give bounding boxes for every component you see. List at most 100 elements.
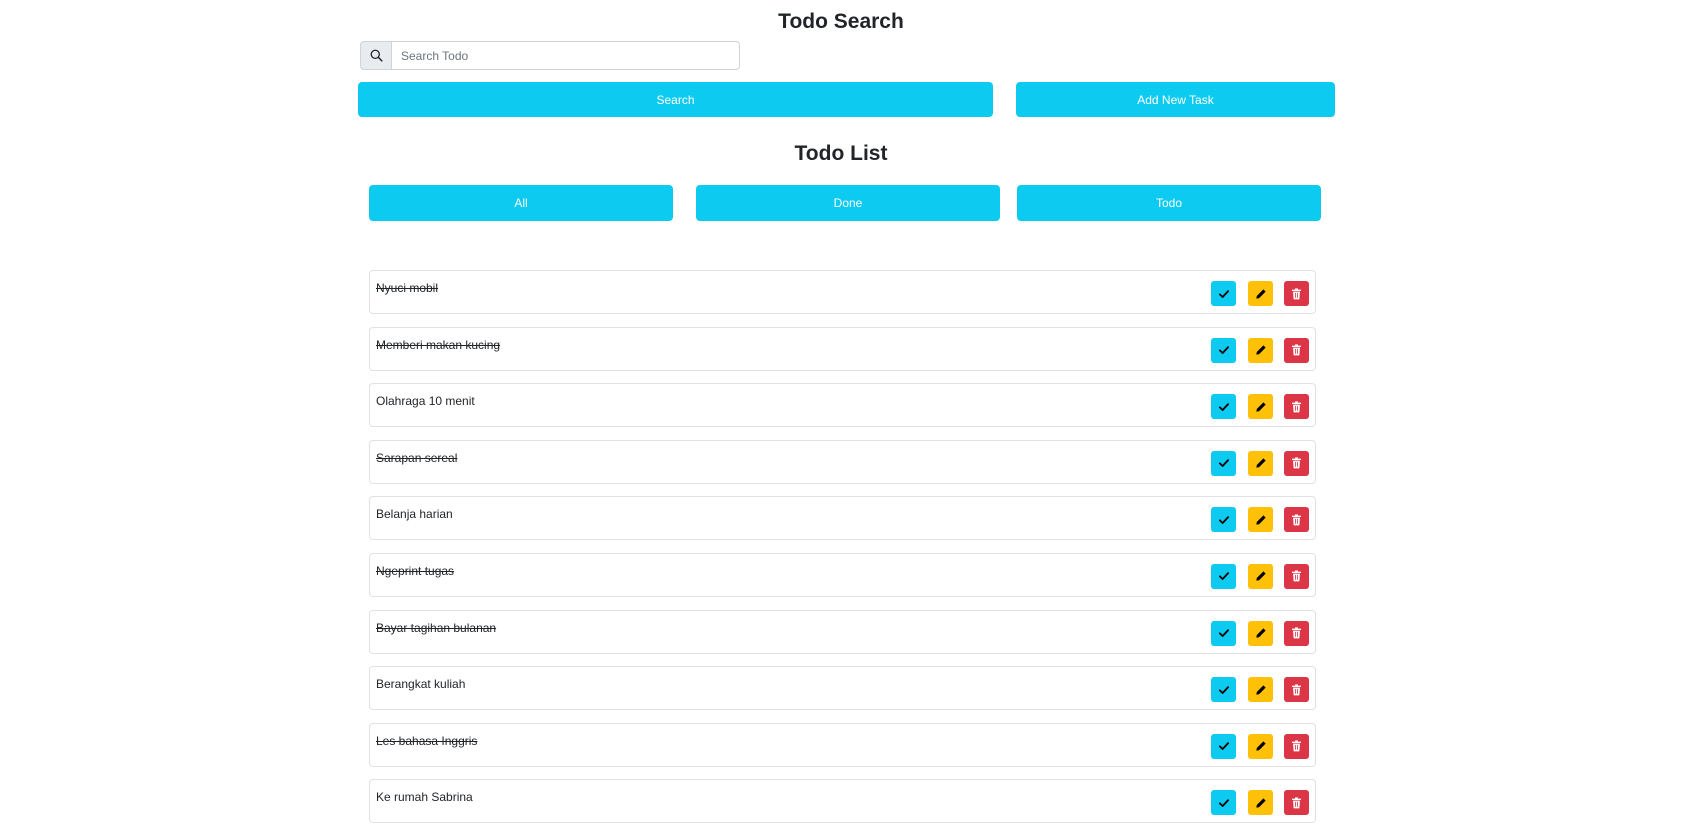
edit-button[interactable]	[1248, 281, 1273, 306]
todo-item: Ke rumah Sabrina	[369, 779, 1316, 824]
check-icon	[1218, 457, 1230, 469]
check-icon	[1218, 514, 1230, 526]
mark-done-button[interactable]	[1211, 790, 1236, 816]
todo-text: Berangkat kuliah	[376, 677, 466, 692]
todo-actions	[1199, 790, 1309, 816]
check-icon	[1218, 740, 1230, 752]
edit-button[interactable]	[1248, 620, 1273, 646]
delete-button[interactable]	[1284, 507, 1309, 533]
todo-item: Ngeprint tugas	[369, 552, 1316, 597]
todo-text: Memberi makan kucing	[376, 337, 501, 352]
check-icon	[1218, 684, 1230, 696]
list-title: Todo List	[794, 142, 888, 165]
pencil-icon	[1255, 514, 1267, 526]
delete-button[interactable]	[1284, 281, 1309, 306]
edit-button[interactable]	[1248, 394, 1273, 420]
mark-done-button[interactable]	[1211, 337, 1236, 363]
todo-actions	[1199, 450, 1309, 476]
delete-button[interactable]	[1284, 733, 1309, 759]
search-group	[360, 41, 740, 70]
pencil-icon	[1255, 797, 1267, 809]
todo-actions	[1199, 563, 1309, 589]
todo-item: Les bahasa Inggris	[369, 722, 1316, 767]
delete-button[interactable]	[1284, 620, 1309, 646]
todo-item: Sarapan sereal	[369, 439, 1316, 484]
pencil-icon	[1255, 457, 1267, 469]
pencil-icon	[1255, 684, 1267, 696]
todo-item: Bayar tagihan bulanan	[369, 609, 1316, 654]
check-icon	[1218, 401, 1230, 413]
trash-icon	[1291, 570, 1302, 582]
check-icon	[1218, 288, 1230, 300]
todo-text: Ke rumah Sabrina	[376, 790, 473, 805]
pencil-icon	[1255, 627, 1267, 639]
todo-text: Ngeprint tugas	[376, 563, 455, 578]
todo-actions	[1199, 337, 1309, 363]
todo-actions	[1199, 620, 1309, 646]
todo-actions	[1199, 507, 1309, 533]
pencil-icon	[1255, 401, 1267, 413]
todo-actions	[1199, 733, 1309, 759]
todo-text: Les bahasa Inggris	[376, 733, 478, 748]
mark-done-button[interactable]	[1211, 677, 1236, 703]
search-title: Todo Search	[778, 10, 904, 33]
edit-button[interactable]	[1248, 790, 1273, 816]
trash-icon	[1291, 401, 1302, 413]
edit-button[interactable]	[1248, 507, 1273, 533]
search-input[interactable]	[391, 41, 740, 70]
todo-item: Memberi makan kucing	[369, 326, 1316, 371]
todo-text: Bayar tagihan bulanan	[376, 620, 497, 635]
edit-button[interactable]	[1248, 733, 1273, 759]
todo-actions	[1199, 281, 1309, 306]
todo-text: Sarapan sereal	[376, 450, 458, 465]
search-icon	[360, 41, 391, 70]
mark-done-button[interactable]	[1211, 507, 1236, 533]
delete-button[interactable]	[1284, 563, 1309, 589]
todo-actions	[1199, 394, 1309, 420]
mark-done-button[interactable]	[1211, 450, 1236, 476]
check-icon	[1218, 797, 1230, 809]
edit-button[interactable]	[1248, 450, 1273, 476]
trash-icon	[1291, 514, 1302, 526]
todo-list: Nyuci mobil Memberi makan kucing Olahraga …	[369, 270, 1316, 836]
delete-button[interactable]	[1284, 450, 1309, 476]
pencil-icon	[1255, 570, 1267, 582]
mark-done-button[interactable]	[1211, 563, 1236, 589]
delete-button[interactable]	[1284, 790, 1309, 816]
trash-icon	[1291, 627, 1302, 639]
trash-icon	[1291, 287, 1302, 300]
mark-done-button[interactable]	[1211, 394, 1236, 420]
trash-icon	[1291, 344, 1302, 356]
check-icon	[1218, 627, 1230, 639]
trash-icon	[1291, 457, 1302, 469]
add-new-task-button[interactable]: Add New Task	[1016, 82, 1335, 117]
mark-done-button[interactable]	[1211, 281, 1236, 306]
check-icon	[1218, 344, 1230, 356]
edit-button[interactable]	[1248, 677, 1273, 703]
todo-text: Olahraga 10 menit	[376, 394, 475, 409]
filter-all-button[interactable]: All	[369, 185, 673, 221]
check-icon	[1218, 570, 1230, 582]
filter-todo-button[interactable]: Todo	[1017, 185, 1321, 221]
pencil-icon	[1255, 344, 1267, 356]
mark-done-button[interactable]	[1211, 733, 1236, 759]
trash-icon	[1291, 684, 1302, 696]
filter-done-button[interactable]: Done	[696, 185, 1000, 221]
todo-actions	[1199, 677, 1309, 703]
delete-button[interactable]	[1284, 337, 1309, 363]
todo-item: Belanja harian	[369, 496, 1316, 541]
todo-item: Berangkat kuliah	[369, 666, 1316, 711]
search-button[interactable]: Search	[358, 82, 993, 117]
trash-icon	[1291, 797, 1302, 809]
mark-done-button[interactable]	[1211, 620, 1236, 646]
todo-text: Nyuci mobil	[376, 281, 439, 295]
delete-button[interactable]	[1284, 394, 1309, 420]
delete-button[interactable]	[1284, 677, 1309, 703]
pencil-icon	[1255, 288, 1267, 300]
todo-text: Belanja harian	[376, 507, 453, 522]
edit-button[interactable]	[1248, 337, 1273, 363]
pencil-icon	[1255, 740, 1267, 752]
todo-item: Nyuci mobil	[369, 270, 1316, 314]
trash-icon	[1291, 740, 1302, 752]
edit-button[interactable]	[1248, 563, 1273, 589]
